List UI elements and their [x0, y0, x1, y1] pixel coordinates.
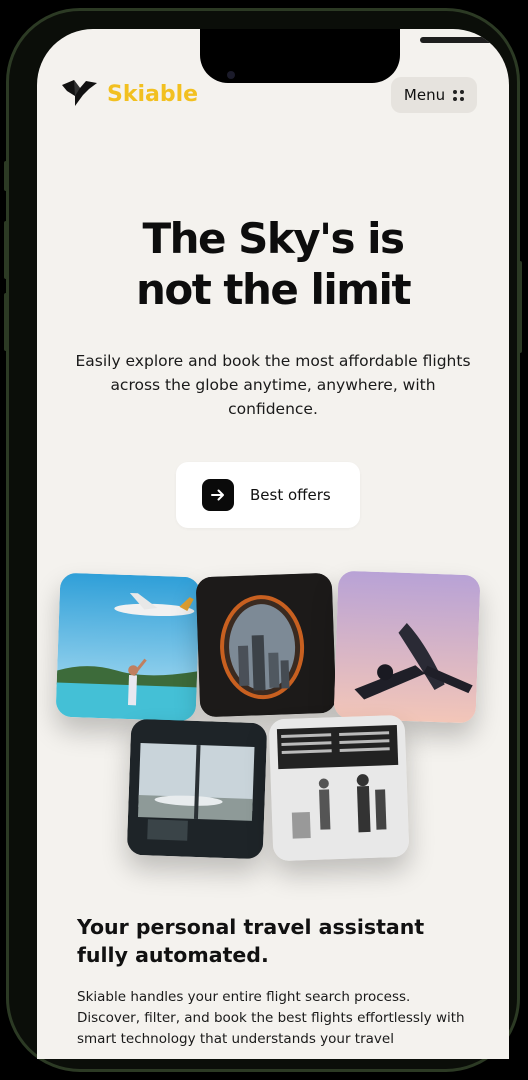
volume-down-button: [4, 293, 8, 351]
hero-subtitle: Easily explore and book the most afforda…: [75, 352, 471, 418]
phone-frame: Skiable Menu The Sky's is not the limit …: [4, 8, 522, 1072]
best-offers-button[interactable]: Best offers: [176, 462, 360, 528]
volume-up-button: [4, 221, 8, 279]
menu-label: Menu: [403, 86, 446, 104]
features-title: Your personal travel assistant fully aut…: [77, 915, 425, 967]
airport-lounge-window-photo: [126, 718, 268, 860]
airplane-window-city-photo: [195, 572, 337, 718]
best-offers-label: Best offers: [250, 486, 331, 504]
front-camera: [227, 71, 235, 79]
features-body: Skiable handles your entire flight searc…: [77, 989, 465, 1047]
mute-switch: [4, 161, 8, 191]
arrow-right-icon: [202, 479, 234, 511]
plane-takeoff-sunset-photo: [333, 570, 481, 724]
brand-name: Skiable: [107, 82, 199, 107]
menu-button[interactable]: Menu: [391, 77, 477, 113]
hero-title: The Sky's is not the limit: [135, 214, 412, 314]
departure-board-travelers-photo: [268, 714, 410, 862]
grid-dots-icon: [453, 89, 465, 101]
earpiece-speaker: [420, 37, 506, 43]
brand[interactable]: Skiable: [61, 77, 198, 112]
bird-logo-icon: [61, 77, 99, 112]
power-button: [518, 261, 522, 353]
plane-over-beach-photo: [55, 572, 201, 722]
app-screen: Skiable Menu The Sky's is not the limit …: [37, 29, 509, 1059]
